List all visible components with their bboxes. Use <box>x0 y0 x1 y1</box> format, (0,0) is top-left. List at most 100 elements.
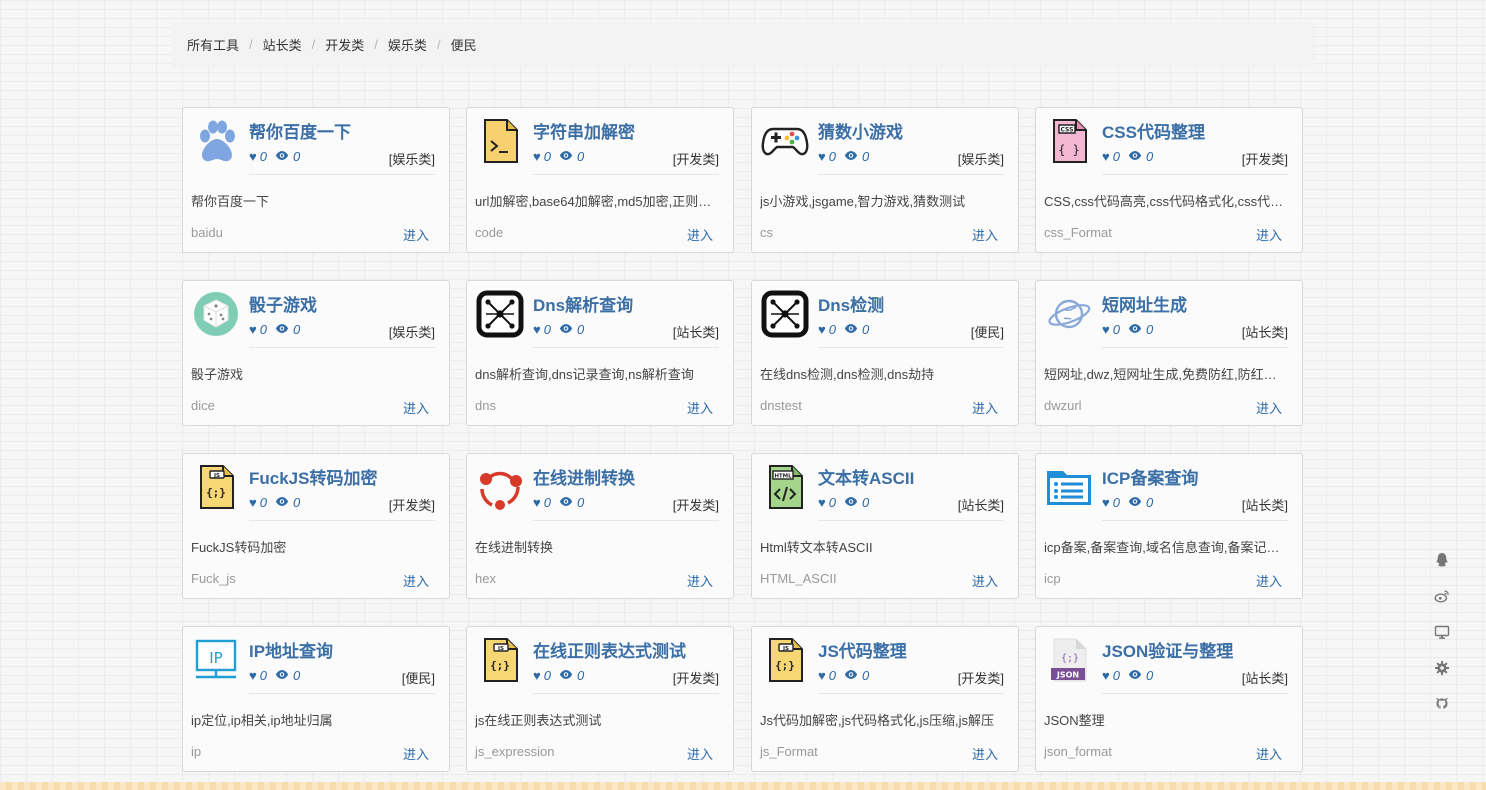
tool-title[interactable]: 文本转ASCII <box>818 464 914 489</box>
tool-category[interactable]: [开发类] <box>673 495 719 514</box>
enter-link[interactable]: 进入 <box>1256 744 1282 763</box>
tool-title[interactable]: 短网址生成 <box>1102 291 1187 316</box>
tool-card[interactable]: JS {;} JS代码整理 ♥ 0 0 [开发类] Js代码加解密,js代码格式化,js压缩,… <box>751 626 1019 772</box>
tool-card[interactable]: Dns解析查询 ♥ 0 0 [站长类] dns解析查询,dns记录查询,ns解析查询 dns… <box>466 280 734 426</box>
dice-icon[interactable] <box>192 290 240 338</box>
heart-icon[interactable]: ♥ <box>533 322 541 337</box>
tool-title[interactable]: 在线正则表达式测试 <box>533 637 686 662</box>
heart-icon[interactable]: ♥ <box>818 322 826 337</box>
tool-card[interactable]: JS {;} FuckJS转码加密 ♥ 0 0 [开发类] FuckJS转码加密 Fuck_js… <box>182 453 450 599</box>
tool-card[interactable]: 帮你百度一下 ♥ 0 0 [娱乐类] 帮你百度一下 baidu 进入 <box>182 107 450 253</box>
tool-title[interactable]: FuckJS转码加密 <box>249 464 377 489</box>
heart-icon[interactable]: ♥ <box>818 495 826 510</box>
heart-icon[interactable]: ♥ <box>533 149 541 164</box>
tool-category[interactable]: [开发类] <box>1242 149 1288 168</box>
tool-category[interactable]: [站长类] <box>1242 668 1288 687</box>
tool-title[interactable]: 字符串加解密 <box>533 118 635 143</box>
enter-link[interactable]: 进入 <box>687 571 713 590</box>
tool-card[interactable]: ICP备案查询 ♥ 0 0 [站长类] icp备案,备案查询,域名信息查询,备案记录查询 i… <box>1035 453 1303 599</box>
heart-icon[interactable]: ♥ <box>1102 495 1110 510</box>
heart-icon[interactable]: ♥ <box>249 322 257 337</box>
network-icon[interactable] <box>476 290 524 338</box>
tool-card[interactable]: Dns检测 ♥ 0 0 [便民] 在线dns检测,dns检测,dns劫持 dnstest 进入 <box>751 280 1019 426</box>
css-file-icon[interactable]: CSS { } <box>1045 117 1093 165</box>
tool-card[interactable]: 字符串加解密 ♥ 0 0 [开发类] url加解密,base64加解密,md5加密,正则表… <box>466 107 734 253</box>
enter-link[interactable]: 进入 <box>687 225 713 244</box>
html-file-icon[interactable]: HTML <box>761 463 809 511</box>
ip-monitor-icon[interactable]: IP <box>192 636 240 684</box>
breadcrumb-development[interactable]: 开发类 <box>325 35 364 54</box>
heart-icon[interactable]: ♥ <box>533 668 541 683</box>
breadcrumb-convenience[interactable]: 便民 <box>451 35 477 54</box>
paw-icon[interactable] <box>192 117 240 165</box>
github-icon[interactable] <box>1434 696 1450 712</box>
tool-card[interactable]: 在线进制转换 ♥ 0 0 [开发类] 在线进制转换 hex 进入 <box>466 453 734 599</box>
breadcrumb-all-tools[interactable]: 所有工具 <box>187 35 239 54</box>
js-file-icon[interactable]: JS {;} <box>476 636 524 684</box>
enter-link[interactable]: 进入 <box>972 398 998 417</box>
hex-convert-icon[interactable] <box>476 463 524 511</box>
tool-title[interactable]: Dns解析查询 <box>533 291 633 316</box>
tool-title[interactable]: CSS代码整理 <box>1102 118 1205 143</box>
tool-category[interactable]: [娱乐类] <box>958 149 1004 168</box>
js-file-icon[interactable]: JS {;} <box>192 463 240 511</box>
tool-category[interactable]: [站长类] <box>958 495 1004 514</box>
heart-icon[interactable]: ♥ <box>1102 322 1110 337</box>
tool-title[interactable]: JSON验证与整理 <box>1102 637 1233 662</box>
gear-icon[interactable] <box>1434 660 1450 676</box>
tool-category[interactable]: [便民] <box>402 668 435 687</box>
tool-category[interactable]: [站长类] <box>673 322 719 341</box>
heart-icon[interactable]: ♥ <box>249 149 257 164</box>
tool-category[interactable]: [开发类] <box>389 495 435 514</box>
gamepad-icon[interactable] <box>761 117 809 165</box>
tool-title[interactable]: 在线进制转换 <box>533 464 635 489</box>
tool-category[interactable]: [开发类] <box>958 668 1004 687</box>
tool-card[interactable]: 猜数小游戏 ♥ 0 0 [娱乐类] js小游戏,jsgame,智力游戏,猜数测试 cs 进入 <box>751 107 1019 253</box>
heart-icon[interactable]: ♥ <box>249 668 257 683</box>
tool-title[interactable]: 帮你百度一下 <box>249 118 351 143</box>
breadcrumb-webmaster[interactable]: 站长类 <box>263 35 302 54</box>
tool-category[interactable]: [站长类] <box>1242 322 1288 341</box>
enter-link[interactable]: 进入 <box>972 571 998 590</box>
folder-list-icon[interactable] <box>1045 463 1093 511</box>
tool-category[interactable]: [便民] <box>971 322 1004 341</box>
enter-link[interactable]: 进入 <box>972 225 998 244</box>
tool-title[interactable]: 骰子游戏 <box>249 291 317 316</box>
enter-link[interactable]: 进入 <box>972 744 998 763</box>
tool-card[interactable]: HTML 文本转ASCII ♥ 0 0 [站长类] Html转文本转ASCII HTML_AS… <box>751 453 1019 599</box>
heart-icon[interactable]: ♥ <box>818 668 826 683</box>
heart-icon[interactable]: ♥ <box>1102 668 1110 683</box>
breadcrumb-entertainment[interactable]: 娱乐类 <box>388 35 427 54</box>
planet-icon[interactable] <box>1045 290 1093 338</box>
enter-link[interactable]: 进入 <box>403 571 429 590</box>
tool-category[interactable]: [站长类] <box>1242 495 1288 514</box>
enter-link[interactable]: 进入 <box>1256 398 1282 417</box>
tool-title[interactable]: Dns检测 <box>818 291 884 316</box>
tool-card[interactable]: {;} JSON JSON验证与整理 ♥ 0 0 [站长类] JSON整理 json_forma… <box>1035 626 1303 772</box>
tool-card[interactable]: JS {;} 在线正则表达式测试 ♥ 0 0 [开发类] js在线正则表达式测试 js_expr… <box>466 626 734 772</box>
json-file-icon[interactable]: {;} JSON <box>1045 636 1093 684</box>
enter-link[interactable]: 进入 <box>403 225 429 244</box>
tool-category[interactable]: [娱乐类] <box>389 322 435 341</box>
js-file-icon[interactable]: JS {;} <box>761 636 809 684</box>
enter-link[interactable]: 进入 <box>1256 225 1282 244</box>
enter-link[interactable]: 进入 <box>1256 571 1282 590</box>
tool-title[interactable]: IP地址查询 <box>249 637 333 662</box>
tool-card[interactable]: CSS{ } CSS代码整理 ♥ 0 0 [开发类] CSS,css代码高亮,css代码格式… <box>1035 107 1303 253</box>
network-icon[interactable] <box>761 290 809 338</box>
enter-link[interactable]: 进入 <box>687 398 713 417</box>
tool-category[interactable]: [开发类] <box>673 149 719 168</box>
tool-title[interactable]: ICP备案查询 <box>1102 464 1198 489</box>
heart-icon[interactable]: ♥ <box>818 149 826 164</box>
tool-card[interactable]: IP IP地址查询 ♥ 0 0 [便民] ip定位,ip相关,ip地址归属 ip 进入 <box>182 626 450 772</box>
tool-title[interactable]: 猜数小游戏 <box>818 118 903 143</box>
enter-link[interactable]: 进入 <box>403 398 429 417</box>
qq-icon[interactable] <box>1434 552 1450 568</box>
tool-title[interactable]: JS代码整理 <box>818 637 907 662</box>
weibo-icon[interactable] <box>1434 588 1450 604</box>
monitor-icon[interactable] <box>1434 624 1450 640</box>
terminal-file-icon[interactable] <box>476 117 524 165</box>
tool-category[interactable]: [开发类] <box>673 668 719 687</box>
heart-icon[interactable]: ♥ <box>533 495 541 510</box>
tool-card[interactable]: 骰子游戏 ♥ 0 0 [娱乐类] 骰子游戏 dice 进入 <box>182 280 450 426</box>
